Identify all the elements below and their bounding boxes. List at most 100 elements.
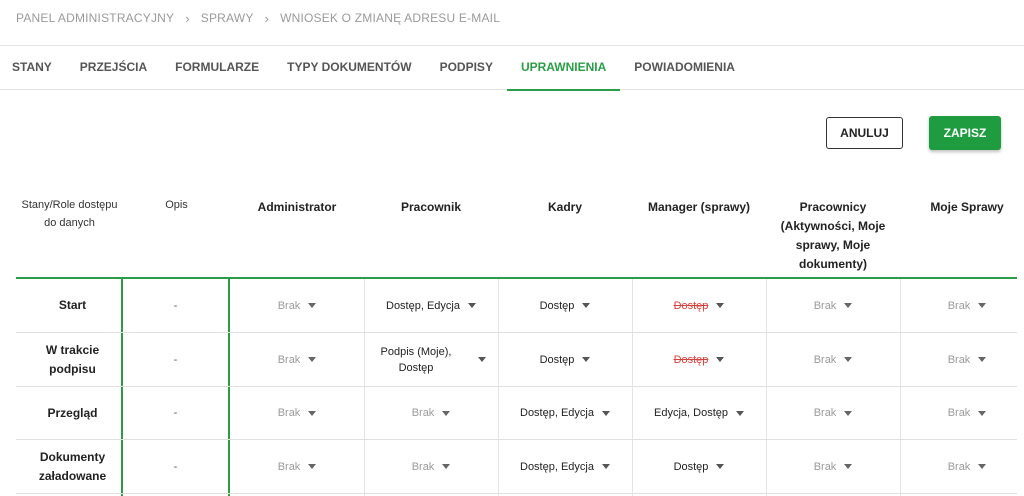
tab-signatures[interactable]: PODPISY (426, 46, 507, 90)
permission-value: Brak (947, 460, 971, 473)
permission-cell: Podpis (Moje), Dostęp (364, 333, 498, 386)
permission-cell: Edycja, Dostęp (632, 387, 766, 439)
description-header: Opis (165, 199, 188, 211)
permission-dropdown[interactable]: Dostęp, Edycja (520, 405, 610, 421)
permission-dropdown[interactable]: Dostęp, Edycja (386, 298, 476, 314)
caret-down-icon (467, 303, 476, 308)
state-name: Start (58, 298, 87, 312)
tab-document-types[interactable]: TYPY DOKUMENTÓW (273, 46, 425, 90)
permission-cell: Brak (900, 440, 1024, 493)
permission-cell: Brak (900, 333, 1024, 386)
permission-cell: Brak (766, 333, 900, 386)
state-description: - (173, 353, 178, 366)
permission-value: Edycja, Dostęp (654, 407, 728, 419)
caret-down-icon (978, 357, 987, 362)
chevron-right-icon: › (185, 10, 190, 26)
cancel-button[interactable]: ANULUJ (826, 117, 903, 149)
caret-down-icon (308, 357, 317, 362)
permission-cell: Dostęp, Edycja (498, 440, 632, 493)
permission-cell: Dostęp, Edycja (364, 279, 498, 332)
tab-forms[interactable]: FORMULARZE (161, 46, 273, 90)
role-header-hr: Kadry (547, 200, 582, 214)
caret-down-icon (844, 410, 853, 416)
permission-value: Brak (277, 299, 301, 312)
role-header-employee: Pracownik (400, 200, 462, 214)
permission-dropdown[interactable]: Brak (412, 405, 451, 421)
permission-dropdown[interactable]: Brak (814, 352, 853, 368)
role-header-employees: Pracownicy (Aktywności, Moje sprawy, Moj… (780, 200, 886, 271)
role-header-administrator: Administrator (257, 200, 337, 214)
caret-down-icon (478, 357, 486, 362)
tab-bar: STANY PRZEJŚCIA FORMULARZE TYPY DOKUMENT… (0, 46, 1024, 91)
caret-down-icon (844, 357, 853, 362)
permission-dropdown[interactable]: Brak (948, 298, 987, 314)
permission-value: Brak (411, 460, 435, 473)
caret-down-icon (442, 410, 451, 416)
state-description: - (173, 299, 178, 312)
tab-notifications[interactable]: POWIADOMIENIA (620, 46, 749, 90)
breadcrumb-item-current: WNIOSEK O ZMIANĘ ADRESU E-MAIL (280, 11, 501, 25)
permission-cell: Brak (230, 333, 364, 386)
state-description: - (173, 407, 178, 419)
tab-transitions[interactable]: PRZEJŚCIA (66, 46, 161, 90)
permission-value: Dostęp, Edycja (520, 460, 594, 473)
permission-cell: Dostęp, Edycja (498, 387, 632, 439)
permission-cell: Brak (766, 279, 900, 332)
permission-cell: Brak (364, 387, 498, 439)
caret-down-icon (735, 410, 744, 416)
state-description: - (173, 460, 178, 473)
permission-cell: Dostęp (632, 279, 766, 332)
caret-down-icon (844, 464, 853, 469)
permission-value: Dostęp, Edycja (386, 299, 460, 312)
permission-dropdown[interactable]: Dostęp (674, 352, 725, 368)
permission-value: Brak (947, 407, 971, 419)
permission-dropdown[interactable]: Brak (814, 298, 853, 314)
breadcrumb-item-admin-panel[interactable]: PANEL ADMINISTRACYJNY (16, 11, 174, 25)
permission-cell: Brak (900, 279, 1024, 332)
permission-cell: Brak (364, 440, 498, 493)
caret-down-icon (582, 303, 591, 308)
caret-down-icon (978, 410, 987, 416)
permission-value: Dostęp (673, 460, 709, 473)
tab-permissions[interactable]: UPRAWNIENIA (506, 46, 621, 91)
permission-dropdown[interactable]: Brak (814, 459, 853, 475)
permission-dropdown[interactable]: Dostęp (540, 298, 591, 314)
state-name: Przegląd (47, 405, 98, 420)
permission-value: Brak (277, 353, 301, 366)
breadcrumb-item-cases[interactable]: SPRAWY (201, 11, 254, 25)
permission-cell: Dostęp (498, 333, 632, 386)
permission-dropdown[interactable]: Podpis (Moje), Dostęp (376, 344, 486, 376)
permission-value: Dostęp (539, 299, 575, 312)
permission-cell: Dostęp (498, 279, 632, 332)
permission-dropdown[interactable]: Brak (948, 405, 987, 421)
permission-dropdown[interactable]: Brak (278, 352, 317, 368)
tab-states[interactable]: STANY (0, 46, 66, 90)
permission-dropdown[interactable]: Edycja, Dostęp (654, 405, 744, 421)
permission-cell: Brak (766, 387, 900, 439)
permission-cell: Brak (230, 387, 364, 439)
role-header-my-cases: Moje Sprawy (930, 200, 1004, 214)
permission-value: Brak (277, 407, 301, 419)
save-button[interactable]: ZAPISZ (929, 116, 1001, 150)
permission-dropdown[interactable]: Brak (948, 459, 987, 475)
permission-dropdown[interactable]: Brak (412, 459, 451, 475)
permission-dropdown[interactable]: Dostęp (674, 459, 725, 475)
permission-value: Brak (813, 460, 837, 473)
permission-dropdown[interactable]: Brak (278, 459, 317, 475)
breadcrumb: PANEL ADMINISTRACYJNY › SPRAWY › WNIOSEK… (16, 10, 500, 26)
permission-cell: Brak (766, 440, 900, 493)
permission-value: Dostęp (673, 299, 709, 312)
permission-dropdown[interactable]: Brak (278, 298, 317, 314)
permission-dropdown[interactable]: Dostęp, Edycja (520, 459, 610, 475)
caret-down-icon (716, 357, 725, 362)
permission-dropdown[interactable]: Dostęp (540, 352, 591, 368)
permission-dropdown[interactable]: Dostęp (674, 298, 725, 314)
permission-dropdown[interactable]: Brak (814, 405, 853, 421)
permission-dropdown[interactable]: Brak (948, 352, 987, 368)
caret-down-icon (582, 357, 591, 362)
caret-down-icon (308, 464, 317, 469)
permission-cell: Dostęp (632, 440, 766, 493)
corner-header: Stany/Role dostępu do danych (21, 199, 118, 229)
permission-dropdown[interactable]: Brak (278, 405, 317, 421)
permission-value: Brak (947, 299, 971, 312)
